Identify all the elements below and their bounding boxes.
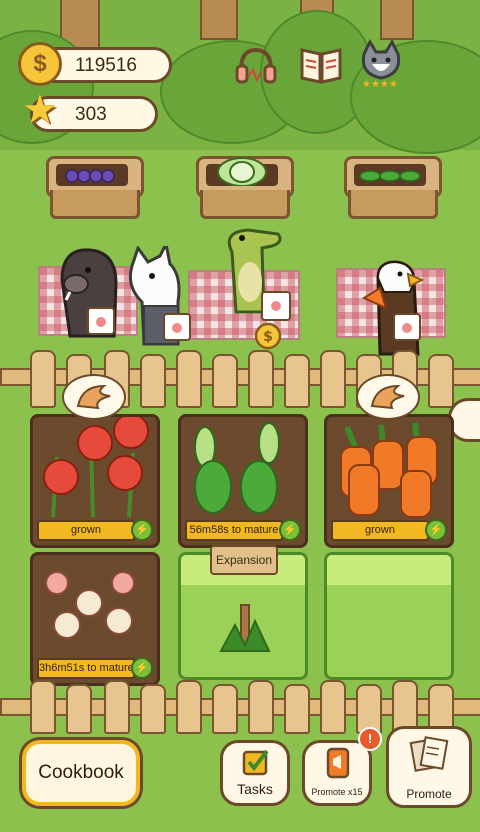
plot-status-label: 56m58s to mature [185, 520, 283, 541]
tasks-label: Tasks [237, 781, 273, 797]
cat-avatar-icon[interactable]: ★★★★ [356, 38, 406, 90]
plot-status-label: grown [37, 520, 135, 541]
plot-carrot[interactable]: grown ⚡ [324, 414, 454, 548]
cookbook-label: Cookbook [38, 762, 124, 783]
plot-tomato[interactable]: grown ⚡ [30, 414, 160, 548]
speed-up-bolt-icon[interactable]: ⚡ [131, 519, 153, 541]
expansion-sign[interactable]: Expansion [210, 545, 278, 575]
boar-customer[interactable] [56, 240, 128, 350]
coin-icon: $ [18, 42, 62, 86]
alert-badge: ! [358, 727, 382, 751]
promote-x15-button[interactable]: Promote x15 [302, 740, 372, 806]
harvest-bubble-left[interactable] [62, 374, 126, 420]
star-count: 303 [75, 104, 107, 125]
flyers-icon [409, 736, 449, 772]
eagle-customer[interactable] [360, 258, 440, 362]
plot-cabbage[interactable]: 56m58s to mature ⚡ [178, 414, 308, 548]
harvest-bubble-right[interactable] [356, 374, 420, 420]
plot-onion[interactable]: 3h6m51s to mature ⚡ [30, 552, 160, 686]
promote-label: Promote [406, 787, 452, 801]
plot-status-label: 3h6m51s to mature [37, 658, 135, 679]
basket-peas[interactable] [344, 156, 442, 220]
wolf-customer[interactable] [122, 246, 206, 356]
plot-empty[interactable] [324, 552, 454, 680]
cookbook-button[interactable]: Cookbook [22, 740, 140, 806]
promote-button[interactable]: Promote [386, 726, 472, 808]
promote-x15-label: Promote x15 [311, 787, 363, 797]
star-icon: ★ [22, 88, 58, 132]
speed-up-bolt-icon[interactable]: ⚡ [131, 657, 153, 679]
speed-up-bolt-icon[interactable]: ⚡ [425, 519, 447, 541]
tasks-button[interactable]: Tasks [220, 740, 290, 806]
expansion-sign-label: Expansion [215, 553, 273, 567]
recipe-book-icon[interactable] [298, 42, 344, 88]
basket-grapes[interactable] [46, 156, 144, 220]
speed-up-bolt-icon[interactable]: ⚡ [279, 519, 301, 541]
crocodile-customer[interactable] [218, 222, 298, 334]
plot-status-label: grown [331, 520, 429, 541]
basket-cabbage[interactable] [196, 156, 294, 220]
checklist-icon [242, 749, 269, 776]
svg-text:$: $ [263, 329, 273, 345]
svg-text:★★★★: ★★★★ [362, 79, 398, 88]
headphones-icon[interactable] [233, 42, 279, 88]
megaphone-icon [326, 747, 350, 779]
coin-count: 119516 [75, 55, 137, 76]
coin-drop-icon[interactable]: $ [254, 322, 282, 350]
